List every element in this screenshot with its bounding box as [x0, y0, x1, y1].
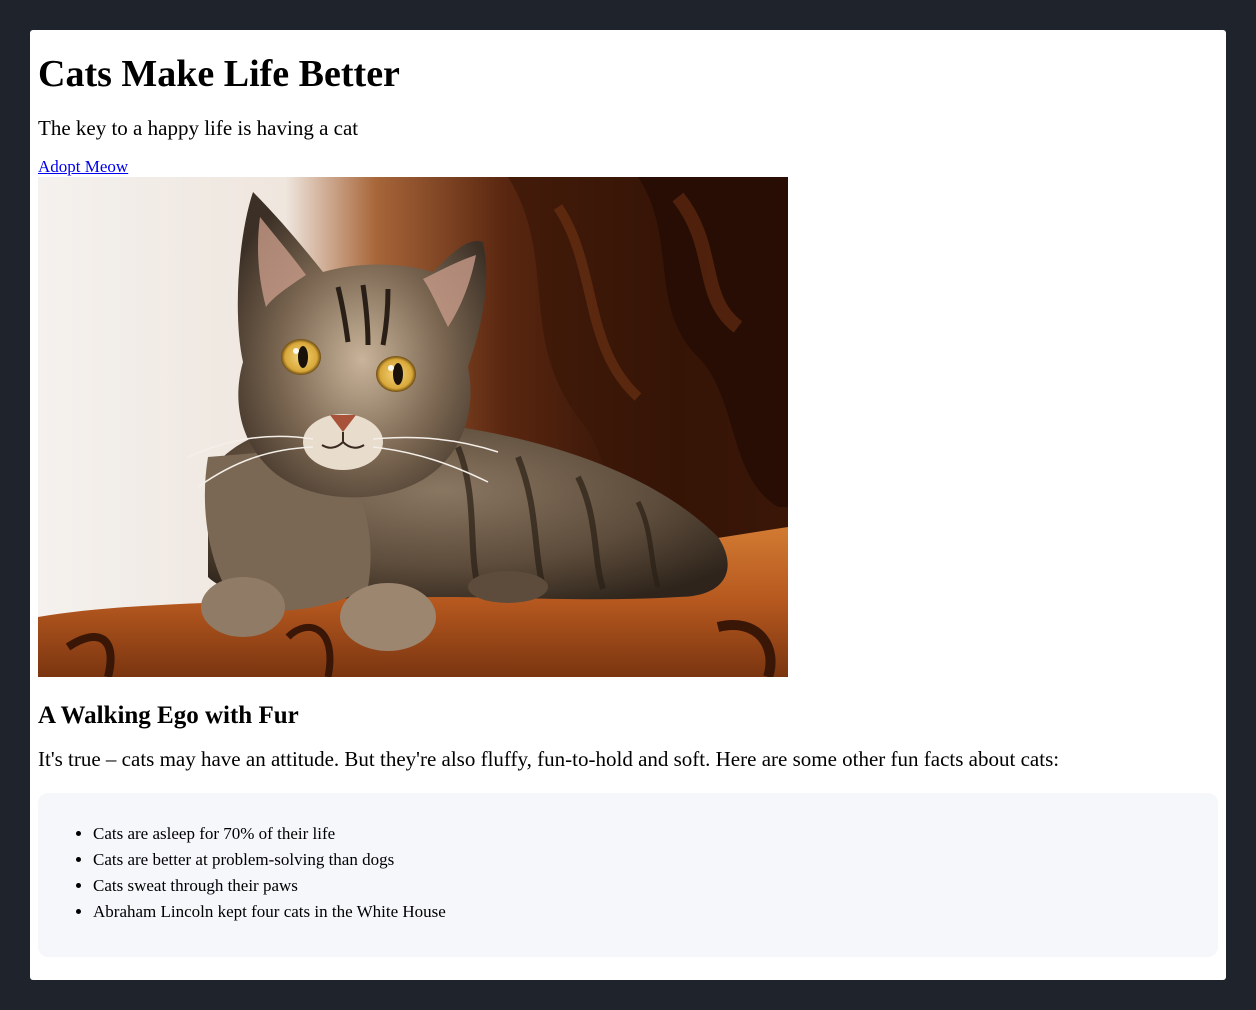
tagline: The key to a happy life is having a cat — [38, 116, 359, 140]
fact-item: Abraham Lincoln kept four cats in the Wh… — [93, 899, 1218, 925]
fact-item: Cats sweat through their paws — [93, 873, 1218, 899]
adopt-link-container: Adopt Meow — [38, 157, 1218, 177]
page-title: Cats Make Life Better — [38, 53, 400, 95]
page-card: Cats Make Life Better The key to a happy… — [30, 30, 1226, 980]
cat-photo — [38, 177, 788, 677]
adopt-link[interactable]: Adopt Meow — [38, 157, 128, 176]
fact-item: Cats are better at problem-solving than … — [93, 847, 1218, 873]
section-heading: A Walking Ego with Fur — [38, 702, 299, 729]
facts-list: Cats are asleep for 70% of their life Ca… — [38, 821, 1218, 925]
section-intro: It's true – cats may have an attitude. B… — [38, 747, 1060, 771]
facts-box: Cats are asleep for 70% of their life Ca… — [38, 793, 1218, 957]
fact-item: Cats are asleep for 70% of their life — [93, 821, 1218, 847]
